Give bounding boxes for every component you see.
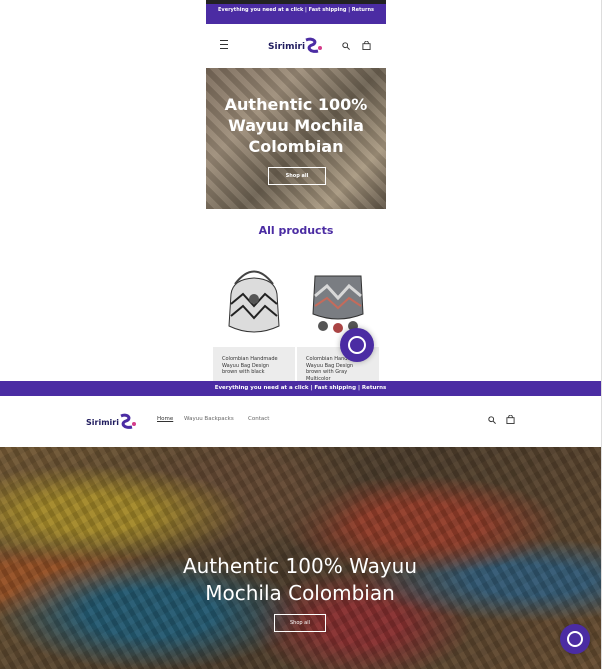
product-image[interactable]: [213, 254, 295, 347]
shop-all-button[interactable]: Shop all: [268, 167, 326, 185]
announcement-bar: Everything you need at a click | Fast sh…: [206, 4, 386, 24]
nav-link-contact[interactable]: Contact: [248, 416, 269, 422]
shop-all-button[interactable]: Shop all: [274, 614, 326, 632]
nav-link-home[interactable]: Home: [157, 416, 173, 422]
mobile-header: Sirimiri: [206, 24, 386, 69]
search-icon[interactable]: [342, 42, 350, 50]
cart-icon[interactable]: [362, 41, 371, 50]
logo[interactable]: Sirimiri: [86, 412, 138, 432]
hero-title: Authentic 100% Wayuu Mochila Colombian: [182, 554, 418, 605]
search-icon[interactable]: [488, 416, 496, 424]
cart-icon[interactable]: [506, 415, 515, 424]
desktop-hero-banner: Authentic 100% Wayuu Mochila Colombian S…: [0, 447, 601, 669]
announcement-bar: Everything you need at a click | Fast sh…: [0, 381, 601, 396]
whatsapp-icon: [348, 336, 366, 354]
whatsapp-button[interactable]: [340, 328, 374, 362]
product-name[interactable]: Colombian Handmade Wayuu Bag Design brow…: [222, 356, 284, 376]
product-card[interactable]: Colombian Handmade Wayuu Bag Design brow…: [213, 347, 295, 381]
whatsapp-button[interactable]: [560, 624, 590, 654]
logo[interactable]: Sirimiri: [268, 37, 324, 55]
logo-text: Sirimiri: [268, 42, 305, 52]
whatsapp-icon: [567, 631, 583, 647]
mobile-preview: Everything you need at a click | Fast sh…: [206, 0, 386, 381]
nav-link-wayuu-backpacks[interactable]: Wayuu Backpacks: [184, 416, 234, 422]
logo-text: Sirimiri: [86, 418, 119, 427]
menu-icon[interactable]: [220, 40, 228, 49]
section-title: All products: [258, 224, 334, 237]
desktop-header: Sirimiri Home Wayuu Backpacks Contact: [0, 396, 601, 448]
hero-title: Authentic 100% Wayuu Mochila Colombian: [224, 95, 368, 156]
mobile-hero-banner: Authentic 100% Wayuu Mochila Colombian S…: [206, 68, 386, 209]
